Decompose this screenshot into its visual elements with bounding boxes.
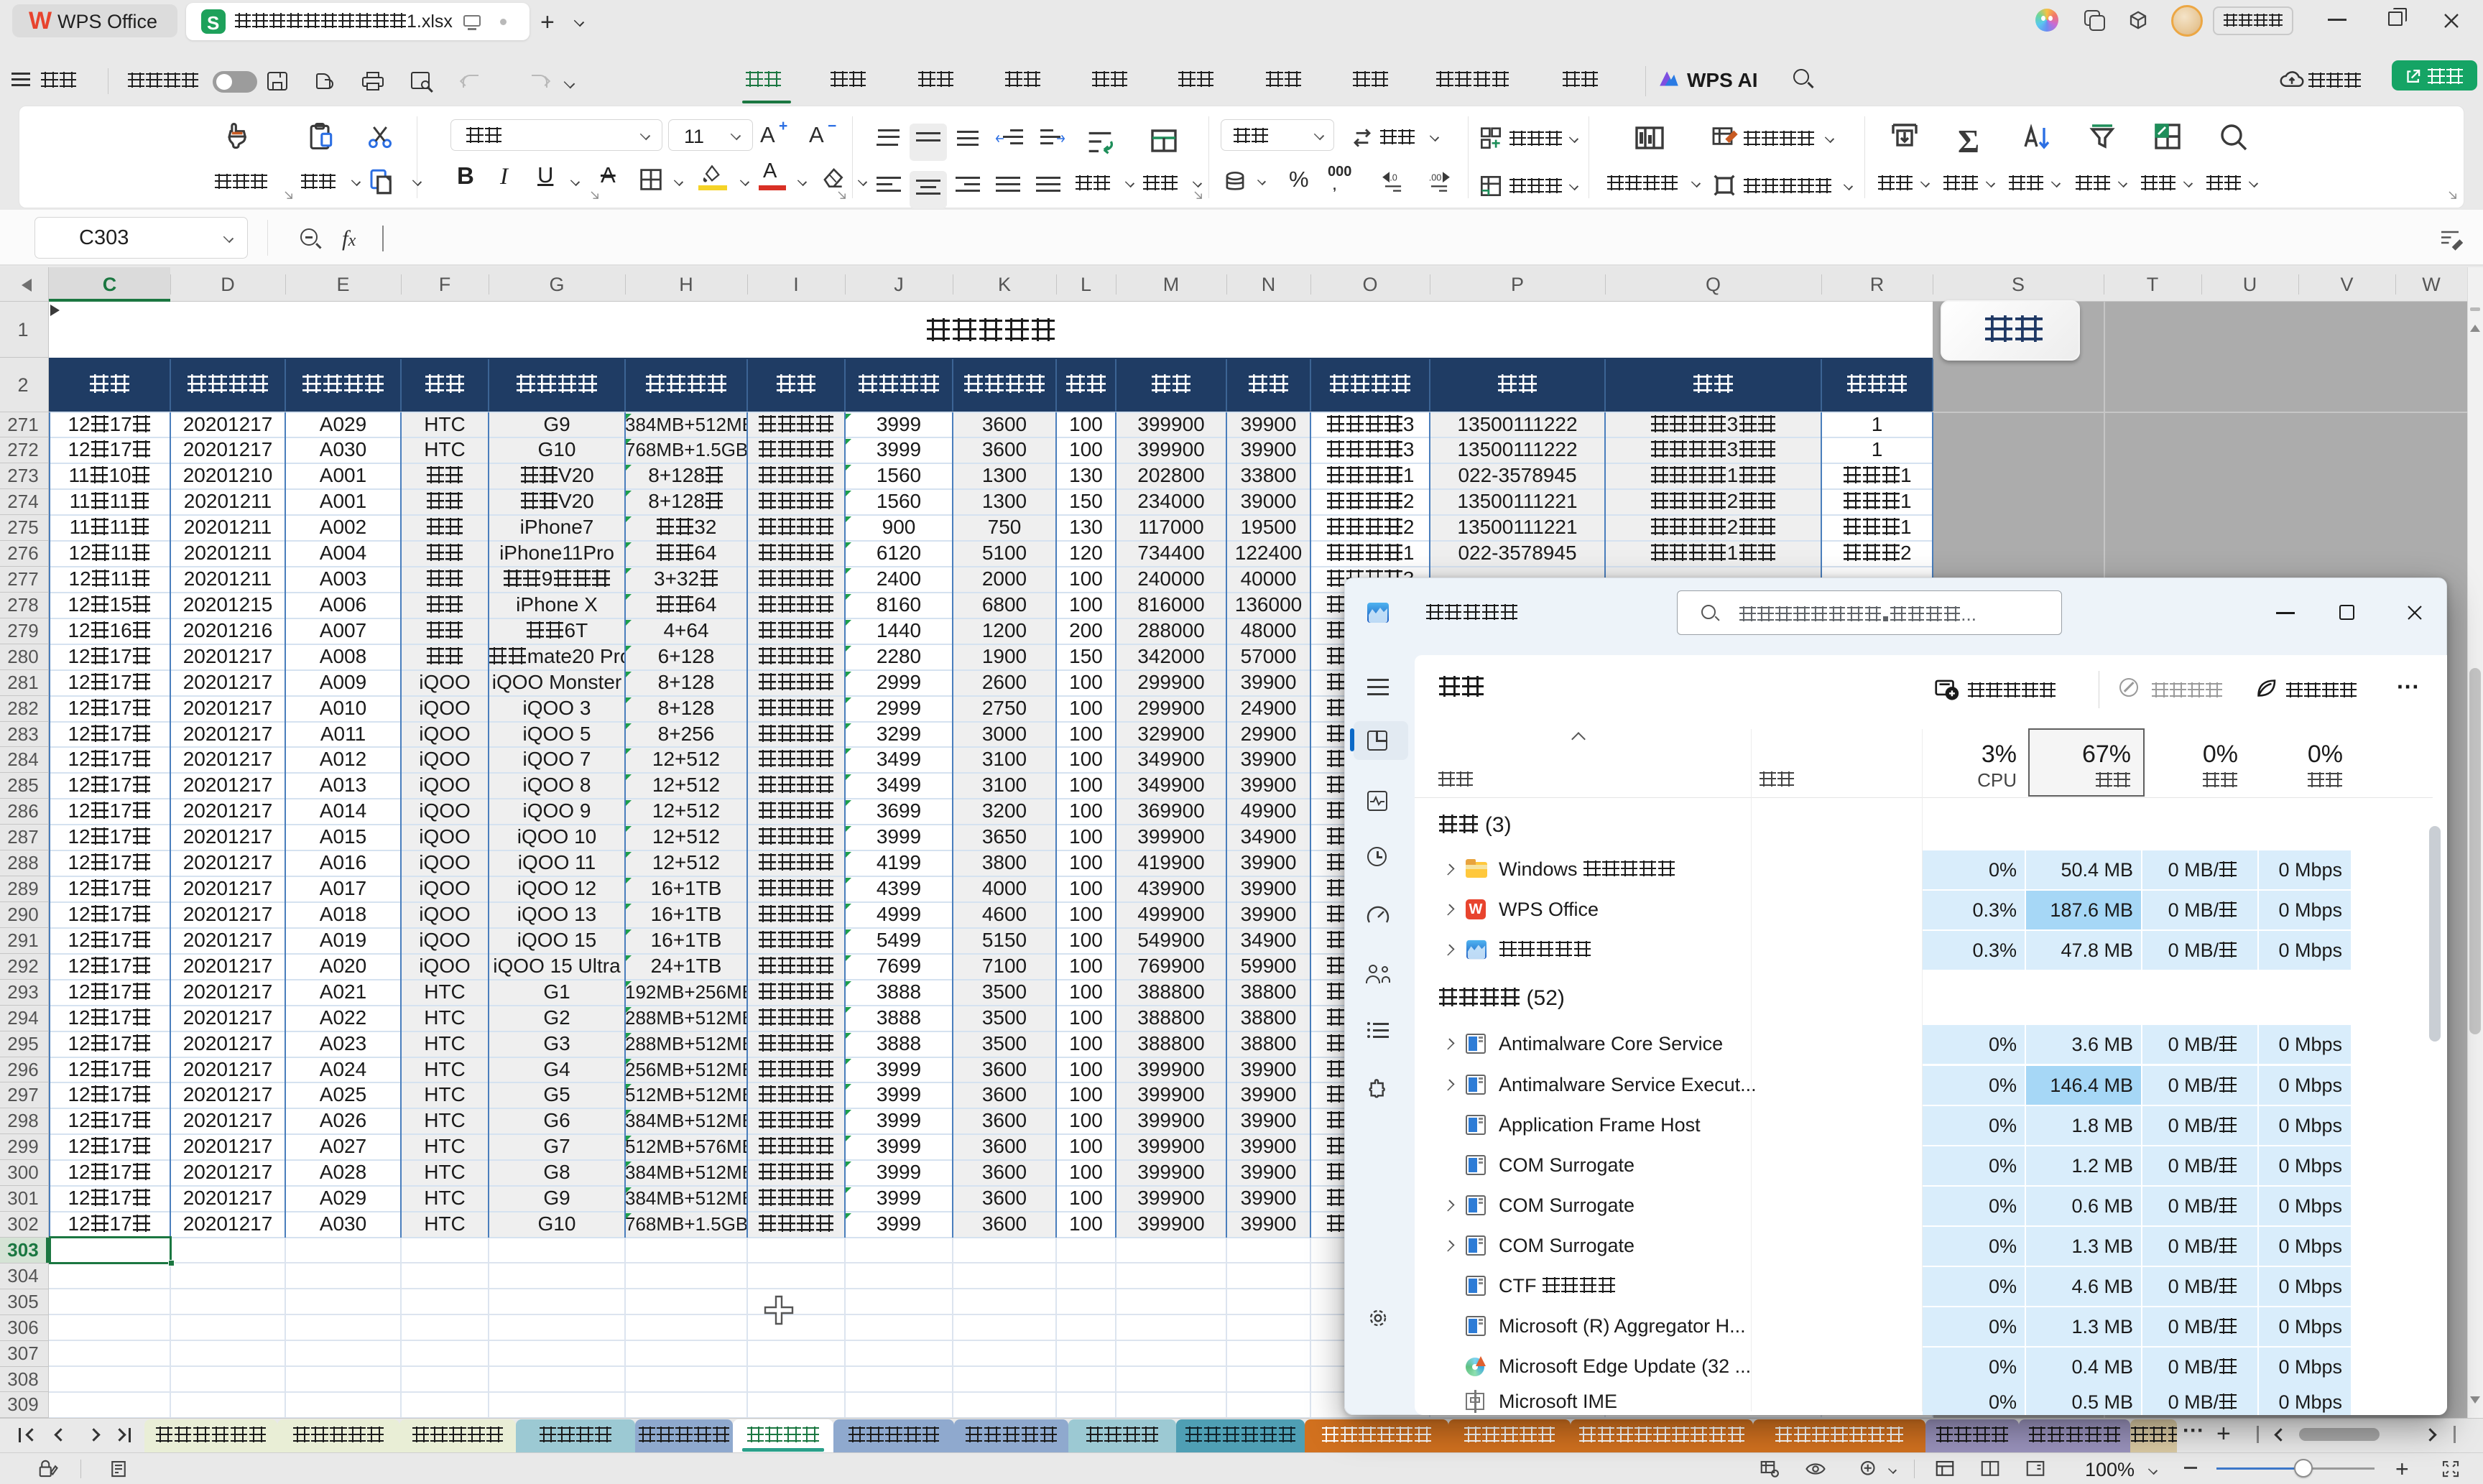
svg-text:.0: .0: [1390, 172, 1397, 182]
svg-text:.00: .00: [1429, 172, 1442, 182]
